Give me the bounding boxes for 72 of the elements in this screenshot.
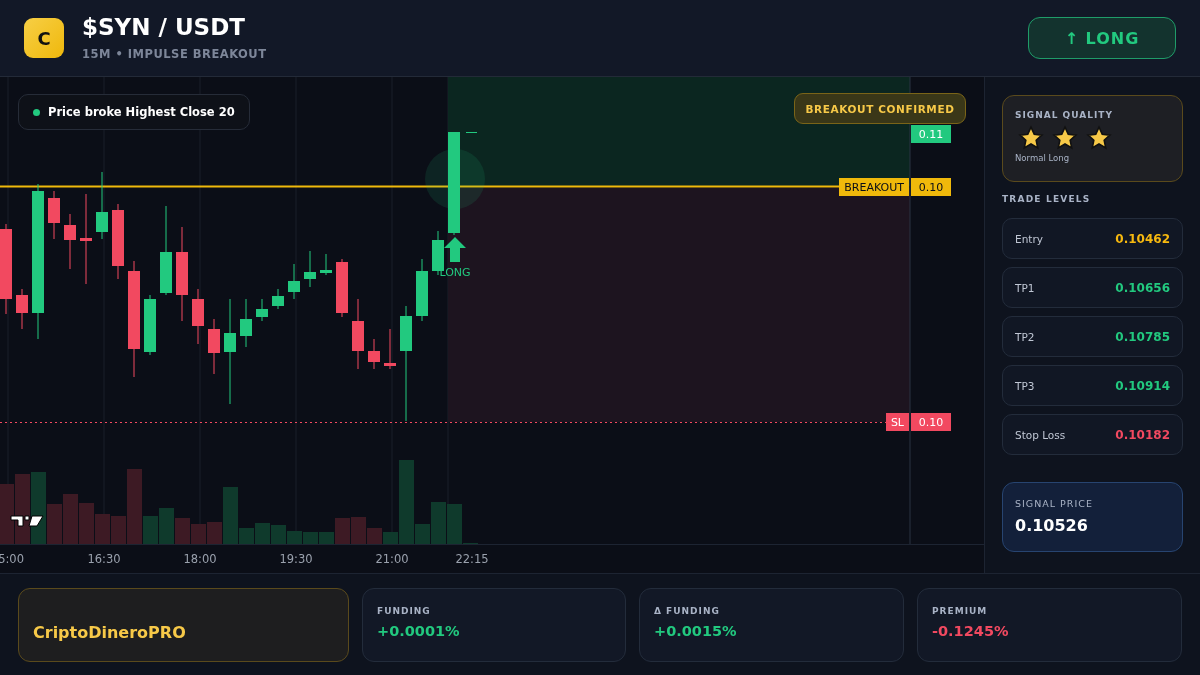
candle (256, 298, 268, 322)
stat-label: FUNDING (377, 606, 432, 616)
status-badge: BREAKOUT CONFIRMED (794, 93, 966, 124)
candle (320, 253, 332, 276)
price-label: 0.10 (911, 178, 951, 196)
time-label: 19:30 (279, 552, 313, 566)
long-button[interactable]: ↑ LONG (1028, 17, 1176, 59)
time-label: 5:00 (0, 552, 24, 566)
level-value: 0.10914 (1115, 378, 1170, 393)
price-label: 0.10 (911, 413, 951, 431)
candle (192, 288, 204, 345)
volume-bar (95, 514, 110, 544)
candle (96, 171, 108, 240)
volume-bar (79, 503, 94, 544)
stat-value: -0.1245% (932, 623, 1010, 639)
level-value: 0.10462 (1115, 231, 1170, 246)
candle (288, 263, 300, 300)
price-tag: SL (885, 413, 909, 431)
arrow-up-icon (444, 237, 466, 262)
signal-price-value: 0.10526 (1015, 516, 1089, 535)
pair-title: $SYN / USDT (82, 15, 246, 39)
stat-label: PREMIUM (932, 606, 989, 616)
star-icon (1018, 125, 1044, 151)
card-title: SIGNAL QUALITY (1015, 110, 1114, 120)
price-label: 0.11 (911, 125, 951, 143)
candle (352, 298, 364, 370)
candle (416, 258, 428, 322)
volume-bar (303, 532, 318, 544)
logo-icon (10, 515, 44, 527)
signal-marker-label: LONG (439, 266, 471, 279)
level-label: Entry (1015, 232, 1043, 245)
level-label: TP3 (1015, 379, 1035, 392)
signal-price-label: SIGNAL PRICE (1015, 498, 1094, 509)
level-label: TP1 (1015, 281, 1035, 294)
stat-value: +0.0015% (654, 623, 738, 639)
volume-bar (63, 494, 78, 544)
level-value: 0.10182 (1115, 427, 1170, 442)
volume-bar (191, 524, 206, 544)
candle (336, 258, 348, 318)
candle (48, 190, 60, 240)
section-title: TRADE LEVELS (1002, 194, 1092, 204)
candle (272, 288, 284, 310)
quality-label: Normal Long (1015, 153, 1071, 163)
volume-bar (255, 523, 270, 544)
candle (384, 328, 396, 370)
app-logo: C (24, 18, 64, 58)
candle (208, 318, 220, 375)
stat-label: Δ FUNDING (654, 606, 721, 616)
condition-badge: Price broke Highest Close 20 (18, 94, 250, 130)
price-tag: BREAKOUT (839, 178, 909, 196)
level-value: 0.10656 (1115, 280, 1170, 295)
candle (240, 298, 252, 348)
stat-value: +0.0001% (377, 623, 461, 639)
time-label: 22:15 (455, 552, 489, 566)
time-label: 16:30 (87, 552, 121, 566)
candle (64, 213, 76, 270)
star-icon (1052, 125, 1078, 151)
volume-bar (175, 518, 190, 544)
time-label: 21:00 (375, 552, 409, 566)
volume-bar (0, 484, 14, 544)
candle (144, 294, 156, 356)
candle (304, 250, 316, 288)
strategy-subtitle: 15M • IMPULSE BREAKOUT (82, 46, 267, 61)
star-icon (1086, 125, 1112, 151)
time-label: 18:00 (183, 552, 217, 566)
volume-bar (159, 508, 174, 544)
brand-name: CriptoDineroPRO (33, 622, 186, 642)
level-label: Stop Loss (1015, 428, 1066, 441)
candle (368, 338, 380, 370)
candle (16, 288, 28, 330)
level-value: 0.10785 (1115, 329, 1170, 344)
level-label: TP2 (1015, 330, 1035, 343)
